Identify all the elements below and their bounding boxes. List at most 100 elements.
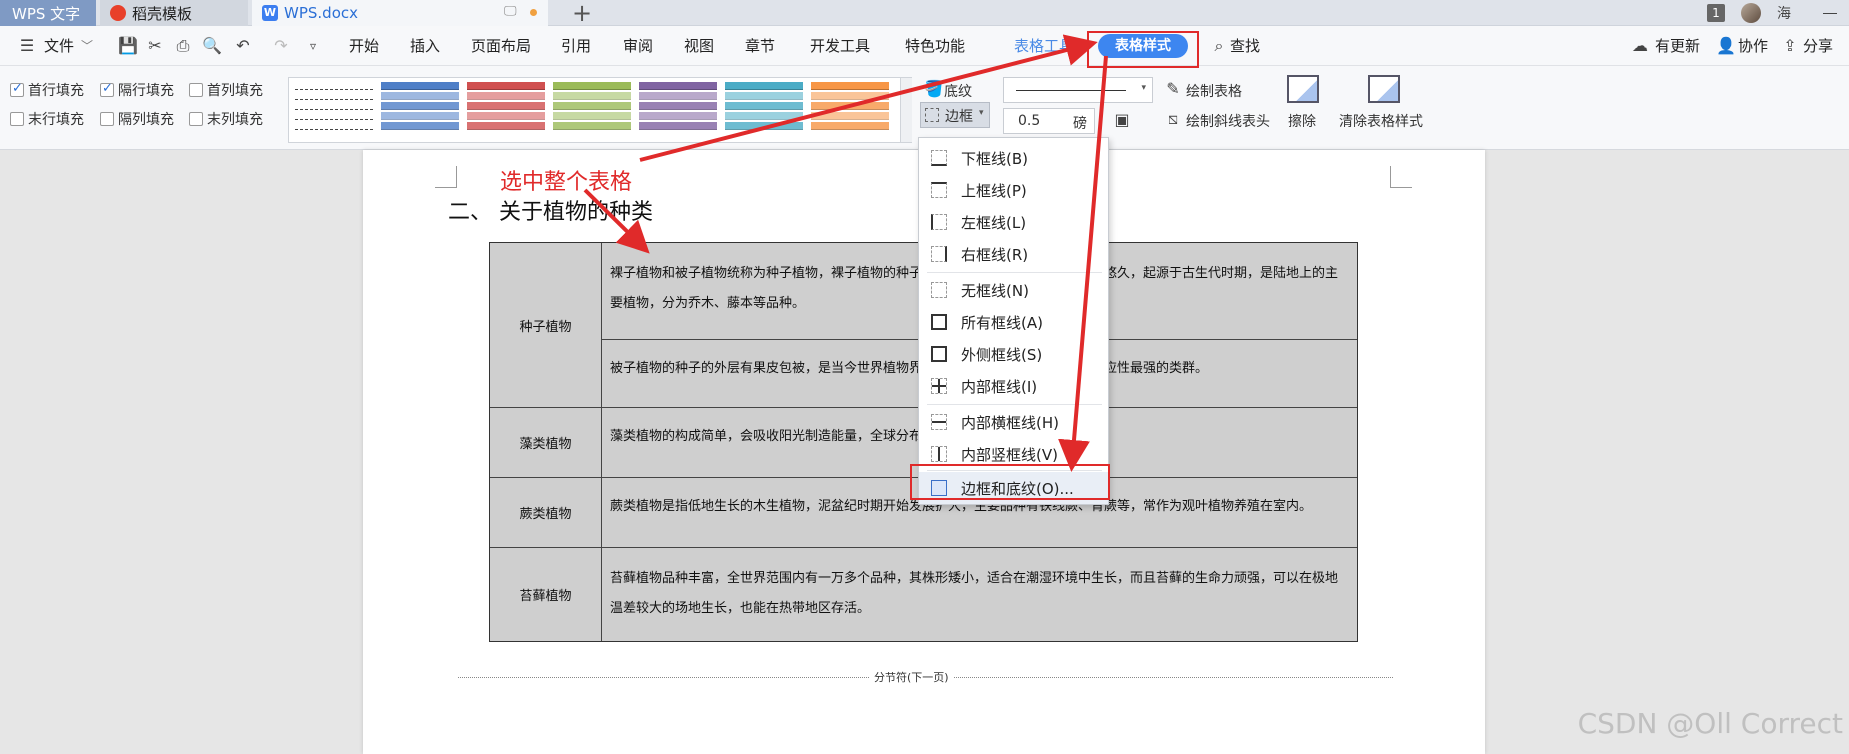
draw-diagonal-button[interactable]: 绘制斜线表头 [1186,111,1270,131]
tab-bar: WPS 文字 稻壳模板 W WPS.docx 🖵 + 1 海 [0,0,1849,27]
avatar[interactable] [1741,3,1761,23]
pen-color-icon[interactable]: ▣ [1113,111,1131,129]
collab-button[interactable]: 协作 [1738,26,1768,66]
check-label: 隔列填充 [118,112,174,128]
tab-template-label: 稻壳模板 [132,4,193,23]
redo-icon[interactable]: ↷ [272,37,290,55]
shading-icon[interactable]: 🪣 [924,80,944,98]
checkbox-icon [10,112,24,126]
style-thumb-orange[interactable] [811,82,889,138]
collab-icon[interactable]: 👤 [1716,37,1736,55]
style-thumb-row [639,82,717,90]
gallery-scroll[interactable] [900,78,912,142]
eraser-icon[interactable] [1287,75,1319,103]
hamburger-icon[interactable]: ☰ [18,37,36,55]
table-cell-label[interactable]: 苔藓植物 [490,548,602,641]
monitor-icon[interactable]: 🖵 [504,4,517,19]
chevron-down-icon: ▾ [979,108,984,118]
shading-button[interactable]: 底纹 [944,81,972,101]
clear-style-icon[interactable] [1368,75,1400,103]
menu-features[interactable]: 特色功能 [905,26,965,66]
menu-search[interactable]: 查找 [1230,26,1260,66]
page-heading[interactable]: 二、 关于植物的种类 [448,194,653,226]
tab-document[interactable]: W WPS.docx 🖵 [252,0,548,26]
print-icon[interactable]: ⎙ [174,37,192,55]
erase-button[interactable]: 擦除 [1288,111,1316,131]
line-style-select[interactable]: ▾ [1003,77,1153,103]
print-preview-icon[interactable]: 🔍 [202,37,222,55]
menu-item-left-border[interactable]: 左框线(L) [919,206,1108,238]
username: 海 [1777,6,1791,22]
tab-wps-app[interactable]: WPS 文字 [0,0,96,26]
style-thumb-purple[interactable] [639,82,717,138]
menu-item-inside-borders[interactable]: 内部框线(I) [919,370,1108,402]
chevron-down-icon[interactable]: ﹀ [78,37,96,55]
menu-start[interactable]: 开始 [349,26,379,66]
menu-table-tools[interactable]: 表格工具 [1014,26,1074,66]
menu-insert[interactable]: 插入 [410,26,440,66]
more-tools-icon[interactable]: ▿ [304,37,322,55]
menu-item-all-borders[interactable]: 所有框线(A) [919,306,1108,338]
window-count-badge[interactable]: 1 [1707,4,1725,22]
save-icon[interactable]: 💾 [118,37,138,55]
share-button[interactable]: 分享 [1803,26,1833,66]
check-banded-cols[interactable]: 隔列填充 [100,109,174,129]
menu-chapter[interactable]: 章节 [745,26,775,66]
check-label: 首行填充 [28,83,84,99]
table-cell-label[interactable]: 蕨类植物 [490,478,602,548]
menu-item-label: 内部竖框线(V) [961,445,1058,464]
menu-item-label: 外侧框线(S) [961,345,1043,364]
format-painter-icon[interactable]: ✂ [146,37,164,55]
table-cell-text[interactable]: 苔藓植物品种丰富，全世界范围内有一万多个品种，其株形矮小，适合在潮湿环境中生长，… [602,548,1357,641]
tab-template[interactable]: 稻壳模板 [100,0,248,26]
menu-page-layout[interactable]: 页面布局 [471,26,531,66]
all-borders-icon [931,314,947,330]
menu-item-label: 所有框线(A) [961,313,1043,332]
style-thumb-blue[interactable] [381,82,459,138]
check-label: 隔行填充 [118,83,174,99]
cell-text: 藻类植物的构成简单，会吸收阳光制造能量，全球分布广泛。 [610,429,962,444]
check-first-row[interactable]: 首行填充 [10,80,84,100]
style-thumb-green[interactable] [553,82,631,138]
style-thumb-row [725,92,803,100]
new-tab-button[interactable]: + [572,0,592,27]
row-label: 苔藓植物 [519,589,572,604]
minimize-icon[interactable] [1823,12,1837,14]
check-last-row[interactable]: 末行填充 [10,109,84,129]
menu-item-inside-horizontal[interactable]: 内部横框线(H) [919,406,1108,438]
update-button[interactable]: 有更新 [1655,26,1700,66]
menu-item-bottom-border[interactable]: 下框线(B) [919,142,1108,174]
draw-diagonal-icon[interactable]: ⧅ [1164,110,1182,128]
border-button[interactable]: 边框 ▾ [920,102,990,128]
table-cell-label[interactable]: 种子植物 [490,243,602,408]
style-thumb-plain[interactable] [295,82,373,138]
undo-icon[interactable]: ↶ [234,37,252,55]
menu-view[interactable]: 视图 [684,26,714,66]
menu-reference[interactable]: 引用 [561,26,591,66]
table-cell-label[interactable]: 藻类植物 [490,408,602,478]
style-thumb-row [725,112,803,120]
style-thumb-row [725,82,803,90]
menu-item-no-border[interactable]: 无框线(N) [919,274,1108,306]
search-icon[interactable]: ⌕ [1210,37,1228,55]
style-thumb-row [381,82,459,90]
file-menu[interactable]: 文件 [44,26,74,66]
annotation-label: 选中整个表格 [500,170,633,195]
menu-dev-tools[interactable]: 开发工具 [810,26,870,66]
menu-item-top-border[interactable]: 上框线(P) [919,174,1108,206]
share-icon[interactable]: ⇪ [1781,37,1799,55]
clear-style-button[interactable]: 清除表格样式 [1339,111,1423,131]
draw-table-button[interactable]: 绘制表格 [1186,81,1242,101]
draw-table-icon[interactable]: ✎ [1164,80,1182,98]
style-thumb-red[interactable] [467,82,545,138]
check-last-col[interactable]: 末列填充 [189,109,263,129]
menu-item-outside-borders[interactable]: 外侧框线(S) [919,338,1108,370]
line-width-input[interactable]: 0.5 磅 [1003,108,1095,134]
check-banded-rows[interactable]: 隔行填充 [100,80,174,100]
check-first-col[interactable]: 首列填充 [189,80,263,100]
line-width-unit: 磅 [1073,116,1087,132]
cloud-icon[interactable]: ☁ [1631,37,1649,55]
menu-item-right-border[interactable]: 右框线(R) [919,238,1108,270]
menu-review[interactable]: 审阅 [623,26,653,66]
style-thumb-cyan[interactable] [725,82,803,138]
